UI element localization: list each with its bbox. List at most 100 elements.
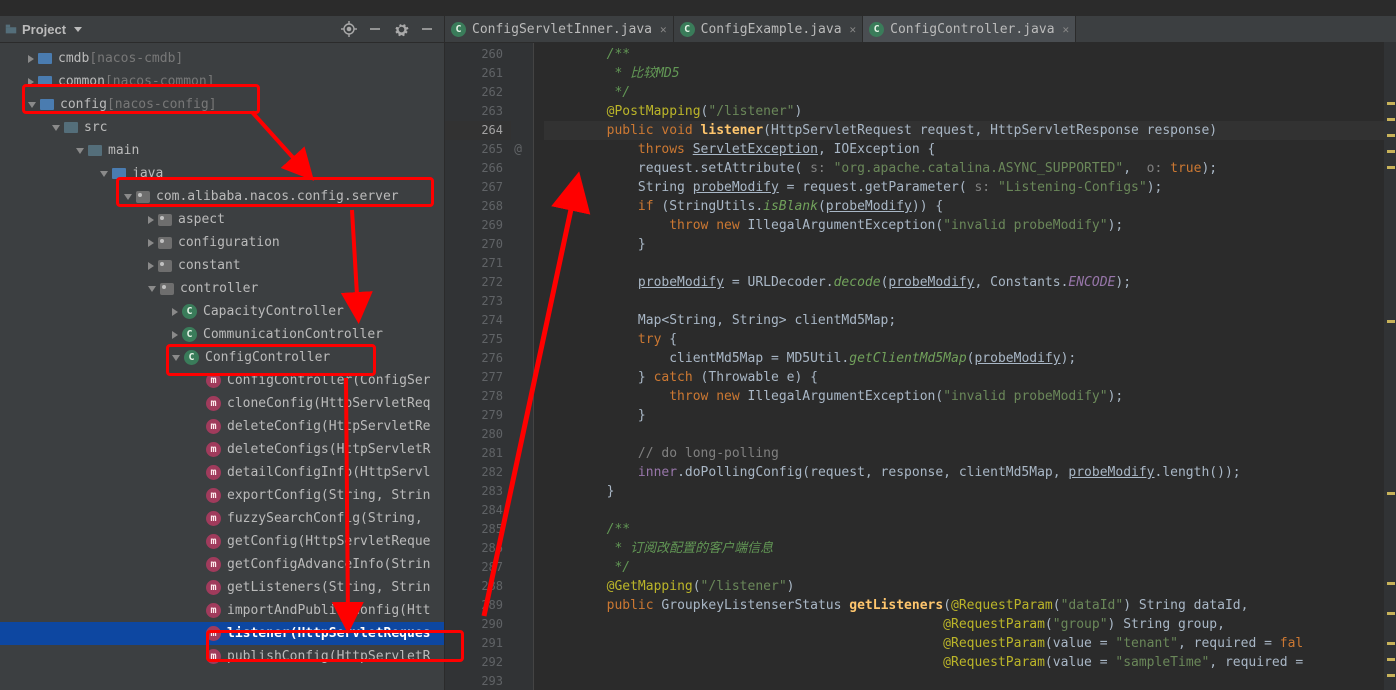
tree-item[interactable]: cmdb [nacos-cmdb] — [0, 47, 444, 70]
code-line[interactable]: throw new IllegalArgumentException("inva… — [544, 216, 1396, 235]
code-line[interactable]: throw new IllegalArgumentException("inva… — [544, 387, 1396, 406]
chevron-right-icon[interactable] — [148, 216, 154, 224]
tree-item[interactable]: mcloneConfig(HttpServletReq — [0, 392, 444, 415]
chevron-right-icon[interactable] — [172, 308, 178, 316]
tree-item-label: publishConfig(HttpServletR — [227, 649, 431, 664]
code-editor[interactable]: /** * 比较MD5 */ @PostMapping("/listener")… — [534, 43, 1396, 690]
target-icon[interactable] — [340, 20, 358, 38]
chevron-right-icon[interactable] — [28, 78, 34, 86]
code-line[interactable]: @RequestParam(value = "sampleTime", requ… — [544, 653, 1396, 672]
tree-item[interactable]: mexportConfig(String, Strin — [0, 484, 444, 507]
code-line[interactable]: } — [544, 235, 1396, 254]
tree-item[interactable]: java — [0, 162, 444, 185]
tree-item[interactable]: mgetConfig(HttpServletReque — [0, 530, 444, 553]
tree-item[interactable]: aspect — [0, 208, 444, 231]
code-line[interactable]: */ — [544, 558, 1396, 577]
tree-item[interactable]: mpublishConfig(HttpServletR — [0, 645, 444, 668]
code-line[interactable]: public GroupkeyListenserStatus getListen… — [544, 596, 1396, 615]
code-line[interactable]: */ — [544, 83, 1396, 102]
tree-item[interactable]: mgetConfigAdvanceInfo(Strin — [0, 553, 444, 576]
editor-tab[interactable]: CConfigController.java✕ — [863, 16, 1076, 42]
code-line[interactable] — [544, 292, 1396, 311]
chevron-right-icon[interactable] — [148, 239, 154, 247]
tree-item[interactable]: mConfigController(ConfigSer — [0, 369, 444, 392]
tree-item[interactable]: src — [0, 116, 444, 139]
chevron-down-icon[interactable] — [76, 148, 84, 154]
line-number: 287 — [445, 558, 511, 577]
tree-item[interactable]: controller — [0, 277, 444, 300]
gear-icon[interactable] — [392, 20, 410, 38]
code-line[interactable] — [544, 254, 1396, 273]
code-line[interactable]: * 订阅改配置的客户端信息 — [544, 539, 1396, 558]
code-line[interactable]: if (StringUtils.isBlank(probeModify)) { — [544, 197, 1396, 216]
tree-item[interactable]: CConfigController — [0, 346, 444, 369]
tree-item-label: deleteConfig(HttpServletRe — [227, 419, 431, 434]
chevron-down-icon[interactable] — [52, 125, 60, 131]
chevron-down-icon[interactable] — [124, 194, 132, 200]
tree-item[interactable]: CCommunicationController — [0, 323, 444, 346]
tree-item[interactable]: mdeleteConfigs(HttpServletR — [0, 438, 444, 461]
code-line[interactable]: } — [544, 482, 1396, 501]
tree-item[interactable]: configuration — [0, 231, 444, 254]
code-line[interactable] — [544, 501, 1396, 520]
collapse-icon[interactable] — [366, 20, 384, 38]
folder-icon — [112, 168, 126, 179]
chevron-down-icon[interactable] — [148, 286, 156, 292]
code-line[interactable]: // do long-polling — [544, 444, 1396, 463]
tree-item[interactable]: mdetailConfigInfo(HttpServl — [0, 461, 444, 484]
project-tree[interactable]: cmdb [nacos-cmdb]common [nacos-common]co… — [0, 43, 444, 690]
code-line[interactable]: clientMd5Map = MD5Util.getClientMd5Map(p… — [544, 349, 1396, 368]
tree-item[interactable]: mlistener(HttpServletReques — [0, 622, 444, 645]
tree-item[interactable]: com.alibaba.nacos.config.server — [0, 185, 444, 208]
code-line[interactable]: probeModify = URLDecoder.decode(probeMod… — [544, 273, 1396, 292]
editor-tab[interactable]: CConfigServletInner.java✕ — [445, 16, 674, 42]
arrow-none — [196, 562, 202, 568]
code-line[interactable]: public void listener(HttpServletRequest … — [544, 121, 1396, 140]
tree-item[interactable]: common [nacos-common] — [0, 70, 444, 93]
hide-icon[interactable] — [418, 20, 436, 38]
code-line[interactable]: /** — [544, 520, 1396, 539]
tree-item[interactable]: mfuzzySearchConfig(String, — [0, 507, 444, 530]
tree-item[interactable]: constant — [0, 254, 444, 277]
gutter-annotation — [511, 615, 533, 634]
tab-label: ConfigExample.java — [701, 22, 842, 37]
close-icon[interactable]: ✕ — [850, 23, 857, 36]
project-dropdown[interactable]: Project — [4, 22, 82, 37]
tree-item[interactable]: mgetListeners(String, Strin — [0, 576, 444, 599]
close-icon[interactable]: ✕ — [660, 23, 667, 36]
chevron-right-icon[interactable] — [28, 55, 34, 63]
code-line[interactable] — [544, 425, 1396, 444]
code-line[interactable]: } — [544, 406, 1396, 425]
line-number: 277 — [445, 368, 511, 387]
code-line[interactable]: @RequestParam(value = "tenant", required… — [544, 634, 1396, 653]
tree-item[interactable]: mdeleteConfig(HttpServletRe — [0, 415, 444, 438]
chevron-down-icon[interactable] — [28, 102, 36, 108]
code-line[interactable]: String probeModify = request.getParamete… — [544, 178, 1396, 197]
code-line[interactable]: * 比较MD5 — [544, 64, 1396, 83]
tree-item[interactable]: CCapacityController — [0, 300, 444, 323]
close-icon[interactable]: ✕ — [1063, 23, 1070, 36]
editor-tab[interactable]: CConfigExample.java✕ — [674, 16, 864, 42]
tree-item[interactable]: mimportAndPublishConfig(Htt — [0, 599, 444, 622]
code-line[interactable]: @PostMapping("/listener") — [544, 102, 1396, 121]
chevron-right-icon[interactable] — [172, 331, 178, 339]
chevron-right-icon[interactable] — [148, 262, 154, 270]
method-icon: m — [206, 488, 221, 503]
code-line[interactable]: try { — [544, 330, 1396, 349]
method-icon: m — [206, 603, 221, 618]
code-line[interactable]: } catch (Throwable e) { — [544, 368, 1396, 387]
code-line[interactable]: throws ServletException, IOException { — [544, 140, 1396, 159]
tree-item[interactable]: config [nacos-config] — [0, 93, 444, 116]
tree-item[interactable]: main — [0, 139, 444, 162]
package-icon — [158, 260, 172, 272]
code-line[interactable]: request.setAttribute( s: "org.apache.cat… — [544, 159, 1396, 178]
gutter-annotation — [511, 653, 533, 672]
code-line[interactable]: /** — [544, 45, 1396, 64]
code-line[interactable]: Map<String, String> clientMd5Map; — [544, 311, 1396, 330]
code-line[interactable] — [544, 672, 1396, 690]
chevron-down-icon[interactable] — [100, 171, 108, 177]
code-line[interactable]: @GetMapping("/listener") — [544, 577, 1396, 596]
code-line[interactable]: @RequestParam("group") String group, — [544, 615, 1396, 634]
code-line[interactable]: inner.doPollingConfig(request, response,… — [544, 463, 1396, 482]
chevron-down-icon[interactable] — [172, 355, 180, 361]
